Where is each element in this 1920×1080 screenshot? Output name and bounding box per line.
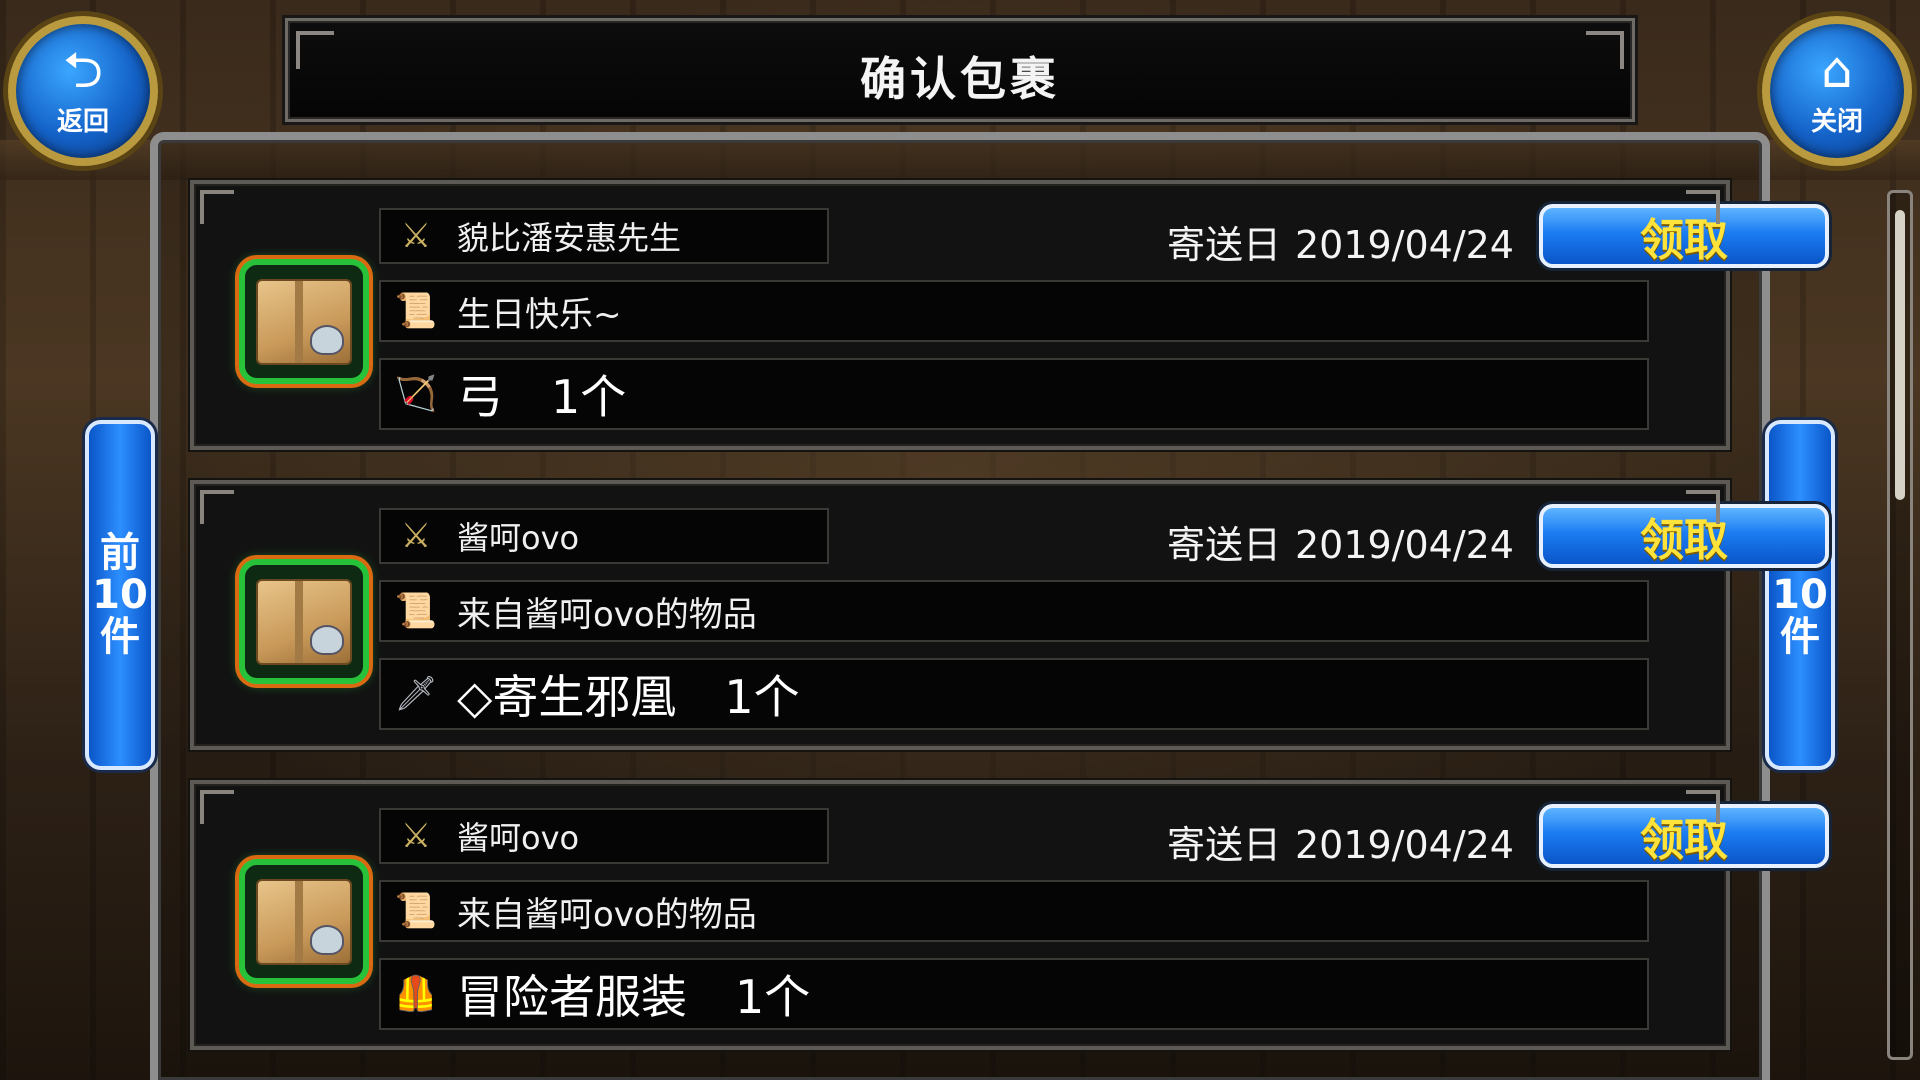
sender-name: 酱呵ovo: [457, 519, 580, 557]
bow-icon: 🏹: [394, 374, 438, 414]
send-date-label: 寄送日: [1166, 823, 1281, 867]
message-row: 📜 来自酱呵ovo的物品: [379, 880, 1649, 942]
armor-icon: 🦺: [394, 974, 438, 1014]
sender-name: 酱呵ovo: [457, 819, 580, 857]
prev-10-label: 前 10 件: [92, 530, 148, 660]
item-row: 🦺 冒险者服装 1个: [379, 958, 1649, 1030]
message-row: 📜 生日快乐~: [379, 280, 1649, 342]
send-date: 寄送日 2019/04/24: [1014, 514, 1534, 569]
message-text: 生日快乐~: [457, 294, 622, 335]
send-date-label: 寄送日: [1166, 223, 1281, 267]
send-date-value: 2019/04/24: [1294, 523, 1514, 567]
send-date-label: 寄送日: [1166, 523, 1281, 567]
close-button-label: 关闭: [1810, 106, 1863, 137]
sender-name: 貌比潘安惠先生: [457, 219, 682, 257]
parcel-card: ⚔ 酱呵ovo 寄送日 2019/04/24 领取 📜 来自酱呵ovo的物品 🦺 …: [190, 780, 1829, 1050]
home-icon: ⌂: [1821, 40, 1853, 99]
dagger-icon: 🗡: [394, 674, 438, 714]
send-date-value: 2019/04/24: [1294, 823, 1514, 867]
scroll-quill-icon: 📜: [394, 291, 438, 331]
sword-shield-icon: ⚔: [400, 216, 432, 256]
item-name: 弓: [457, 370, 503, 424]
send-date-value: 2019/04/24: [1294, 223, 1514, 267]
back-button[interactable]: ⮌ 返回: [8, 16, 158, 166]
item-row: 🗡 ◇寄生邪凰 1个: [379, 658, 1649, 730]
sender-row: ⚔ 貌比潘安惠先生: [379, 208, 829, 264]
back-arrow-icon: ⮌: [62, 40, 104, 99]
item-quantity: 1个: [551, 370, 627, 424]
package-icon: [239, 259, 369, 384]
title-bar: 确认包裹: [285, 18, 1635, 122]
next-10-button[interactable]: 后 10 件: [1765, 420, 1835, 770]
parcel-card: ⚔ 貌比潘安惠先生 寄送日 2019/04/24 领取 📜 生日快乐~ 🏹 弓 1…: [190, 180, 1829, 450]
package-icon: [239, 859, 369, 984]
item-name: ◇寄生邪凰: [457, 670, 677, 724]
page-title: 确认包裹: [860, 52, 1060, 106]
scroll-quill-icon: 📜: [394, 591, 438, 631]
item-quantity: 1个: [724, 670, 800, 724]
scrollbar-thumb[interactable]: [1895, 210, 1905, 500]
claim-button[interactable]: 领取: [1539, 204, 1829, 268]
item-quantity: 1个: [735, 970, 811, 1024]
close-button[interactable]: ⌂ 关闭: [1762, 16, 1912, 166]
sender-row: ⚔ 酱呵ovo: [379, 808, 829, 864]
item-name: 冒险者服装: [457, 970, 687, 1024]
parcel-card: ⚔ 酱呵ovo 寄送日 2019/04/24 领取 📜 来自酱呵ovo的物品 🗡 …: [190, 480, 1829, 750]
claim-button[interactable]: 领取: [1539, 504, 1829, 568]
sword-shield-icon: ⚔: [400, 816, 432, 856]
claim-button[interactable]: 领取: [1539, 804, 1829, 868]
sender-row: ⚔ 酱呵ovo: [379, 508, 829, 564]
sword-shield-icon: ⚔: [400, 516, 432, 556]
scroll-quill-icon: 📜: [394, 891, 438, 931]
prev-10-button[interactable]: 前 10 件: [85, 420, 155, 770]
message-text: 来自酱呵ovo的物品: [457, 594, 757, 635]
back-button-label: 返回: [56, 106, 109, 137]
message-text: 来自酱呵ovo的物品: [457, 894, 757, 935]
send-date: 寄送日 2019/04/24: [1014, 214, 1534, 269]
send-date: 寄送日 2019/04/24: [1014, 814, 1534, 869]
message-row: 📜 来自酱呵ovo的物品: [379, 580, 1649, 642]
item-row: 🏹 弓 1个: [379, 358, 1649, 430]
package-icon: [239, 559, 369, 684]
